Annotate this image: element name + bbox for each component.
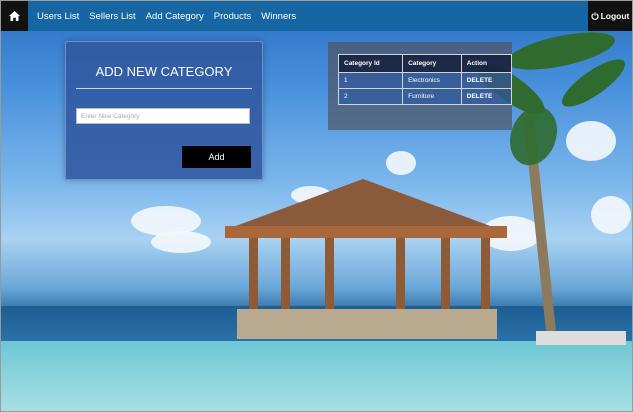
- add-button[interactable]: Add: [182, 146, 251, 168]
- app-window: Users List Sellers List Add Category Pro…: [0, 0, 633, 412]
- nav-add-category[interactable]: Add Category: [146, 11, 204, 22]
- table-row: 2 Furniture DELETE: [337, 88, 513, 105]
- home-button[interactable]: [1, 1, 28, 31]
- delete-button[interactable]: DELETE: [467, 77, 493, 84]
- top-navbar: Users List Sellers List Add Category Pro…: [1, 1, 632, 31]
- home-icon: [9, 11, 20, 21]
- panel-title: ADD NEW CATEGORY: [95, 64, 233, 79]
- logout-button[interactable]: Logout: [588, 1, 632, 31]
- nav-products[interactable]: Products: [214, 11, 252, 22]
- cell-action: DELETE: [460, 88, 513, 105]
- delete-button[interactable]: DELETE: [467, 93, 493, 100]
- power-icon: [591, 12, 599, 20]
- header-category: Category: [402, 54, 462, 73]
- header-action: Action: [460, 54, 513, 73]
- table-header-row: Category Id Category Action: [337, 54, 513, 73]
- cell-action: DELETE: [460, 72, 513, 89]
- category-table-panel: Category Id Category Action 1 Electronic…: [328, 42, 513, 130]
- cell-category-id: 2: [337, 88, 404, 105]
- nav-users-list[interactable]: Users List: [37, 11, 79, 22]
- category-input[interactable]: [76, 108, 250, 124]
- nav-winners[interactable]: Winners: [261, 11, 296, 22]
- logout-label: Logout: [600, 11, 630, 21]
- cell-category-name: Electronics: [402, 72, 462, 89]
- panel-divider: [76, 88, 252, 89]
- header-category-id: Category Id: [337, 54, 404, 73]
- nav-sellers-list[interactable]: Sellers List: [89, 11, 135, 22]
- table-row: 1 Electronics DELETE: [337, 72, 513, 89]
- cell-category-id: 1: [337, 72, 404, 89]
- cell-category-name: Furniture: [402, 88, 462, 105]
- add-category-panel: ADD NEW CATEGORY Add: [65, 41, 263, 180]
- category-table: Category Id Category Action 1 Electronic…: [337, 54, 513, 105]
